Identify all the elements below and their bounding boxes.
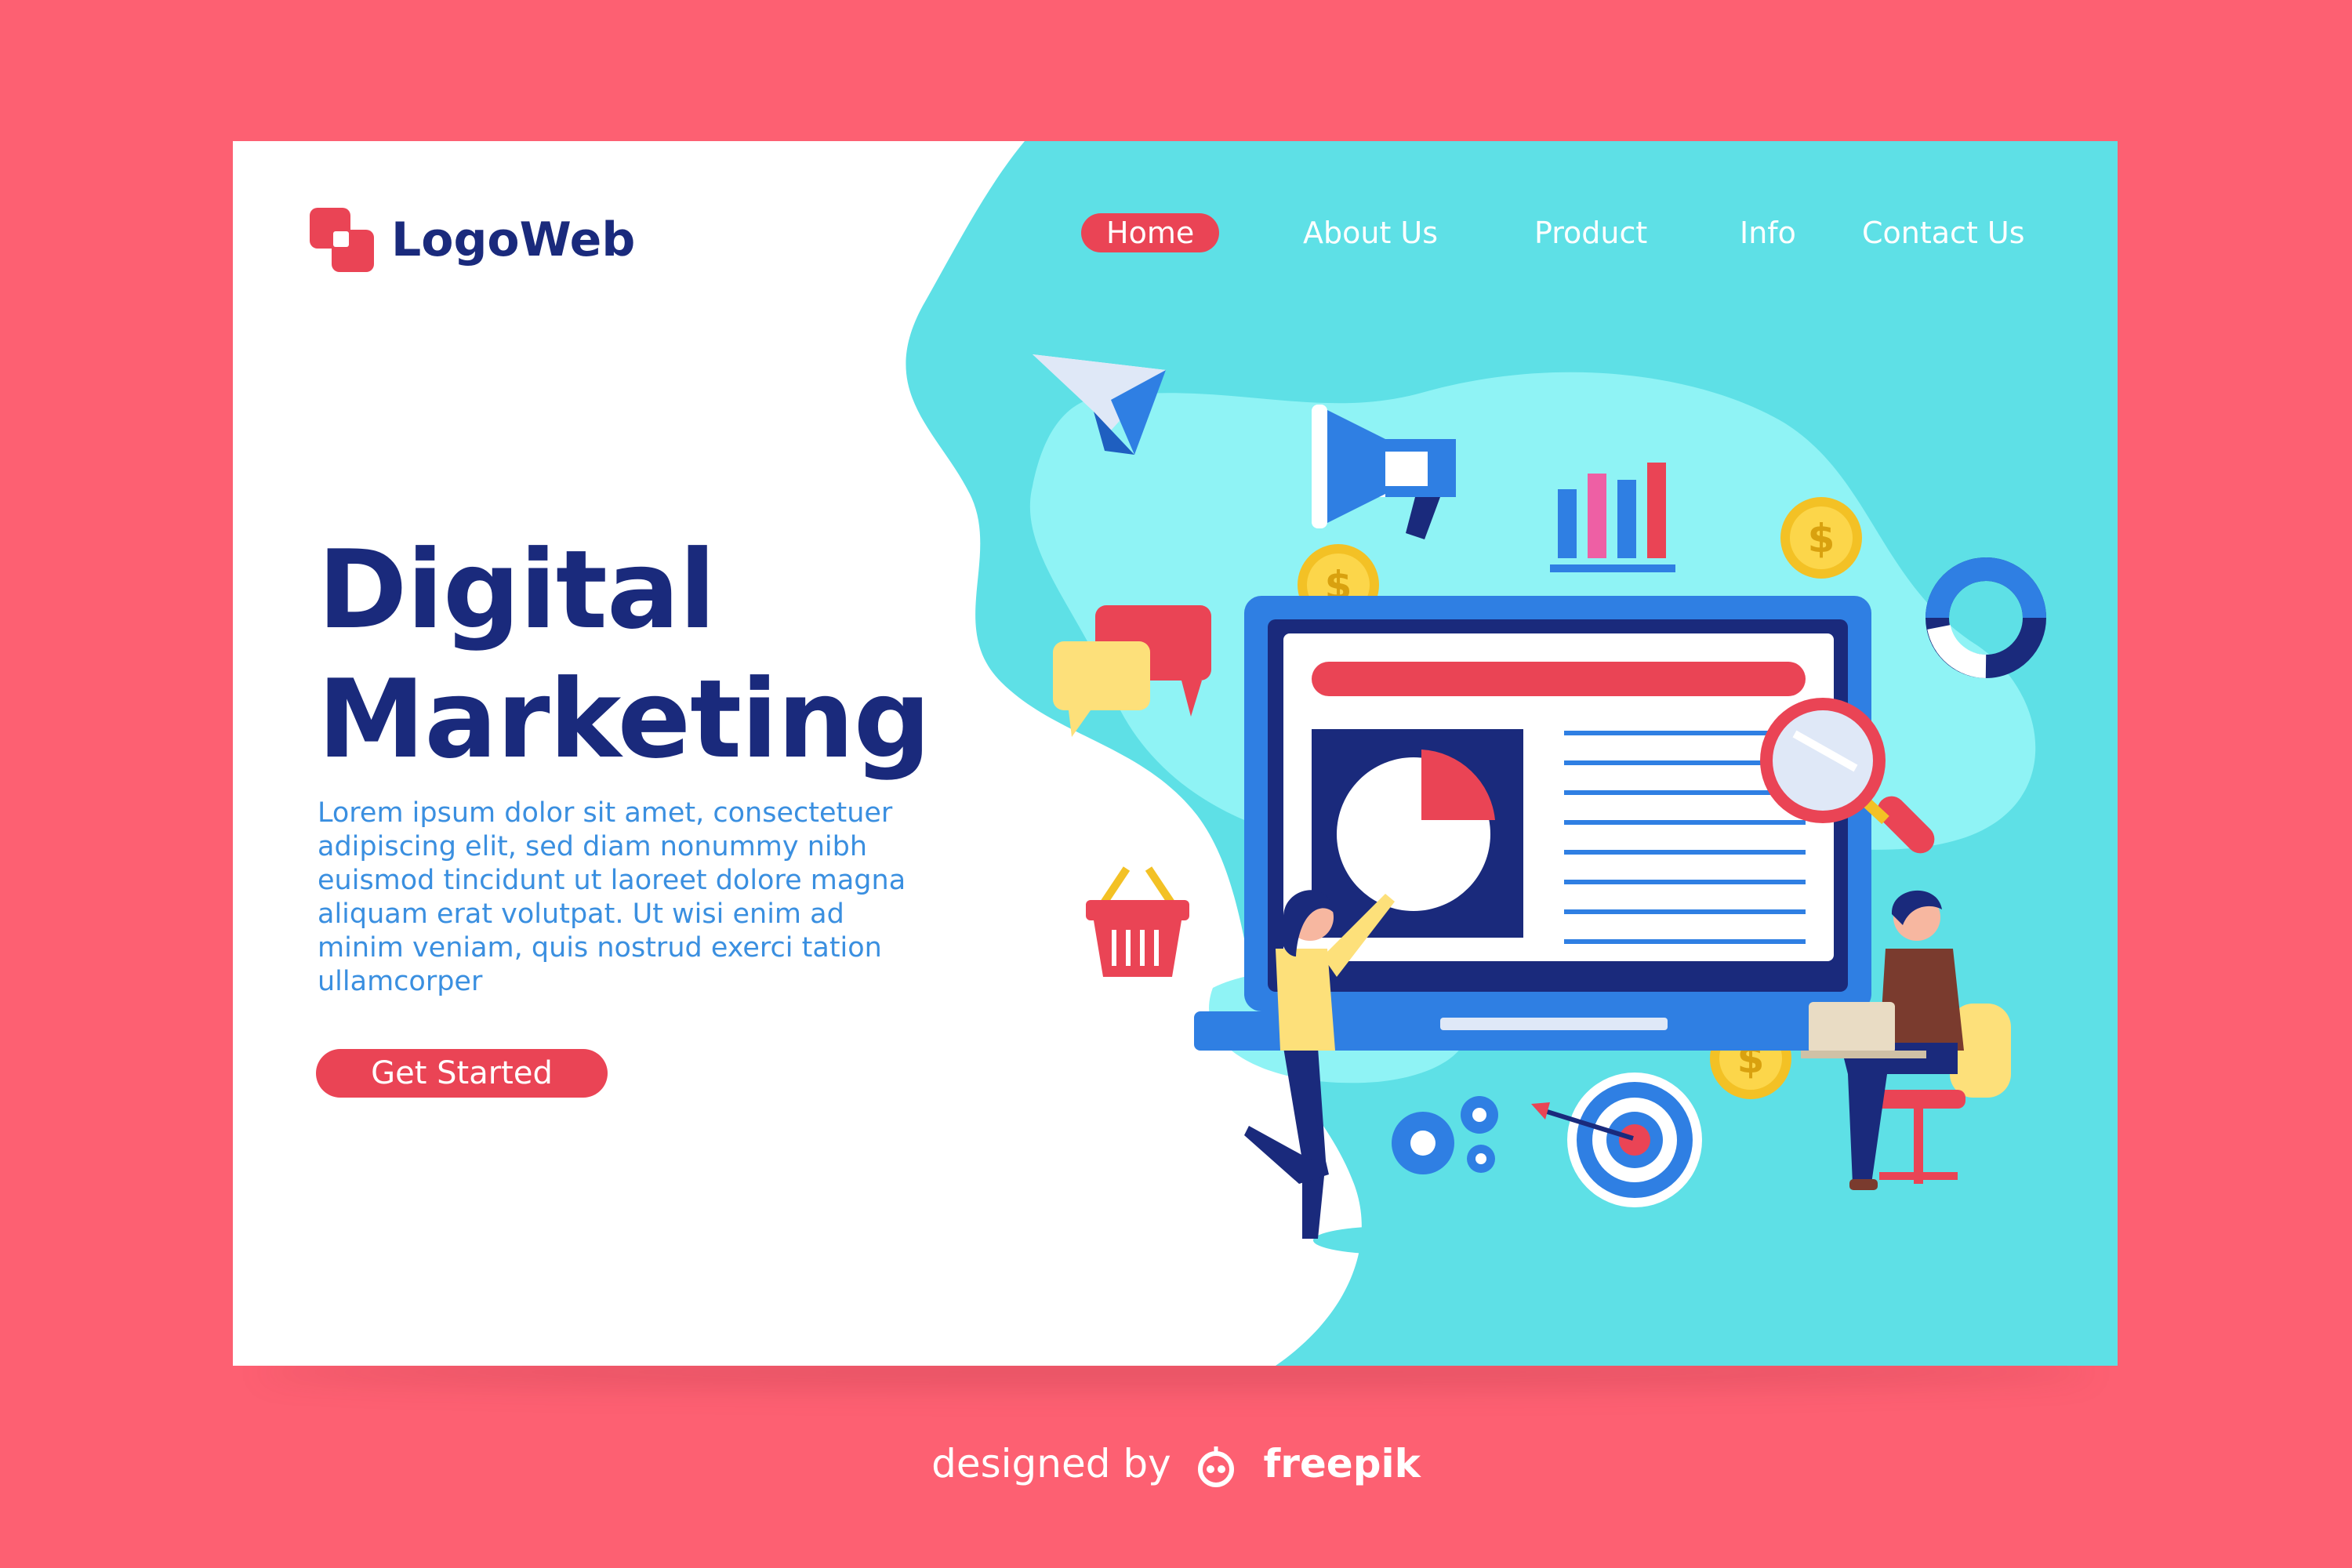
shopping-basket-icon — [1086, 866, 1189, 977]
megaphone-icon — [1312, 405, 1456, 539]
designer-credit: designed by freepik — [0, 1441, 2352, 1490]
donut-chart-icon — [1926, 557, 2046, 678]
landing-page-card: LogoWeb Home About Us Product Info Conta… — [233, 141, 2118, 1366]
svg-text:$: $ — [1808, 516, 1835, 561]
target-icon — [1531, 1073, 1702, 1207]
speech-bubbles-icon — [1053, 605, 1211, 737]
paper-plane-icon — [1033, 354, 1166, 455]
gears-icon — [1392, 1096, 1498, 1174]
dollar-coin-icon: $ — [1780, 497, 1862, 579]
bar-chart-icon — [1550, 463, 1675, 572]
freepik-robot-icon — [1197, 1446, 1234, 1487]
marketing-illustration: $ $ $ — [1033, 354, 2118, 1254]
credit-prefix: designed by — [931, 1441, 1171, 1486]
credit-brand[interactable]: freepik — [1263, 1441, 1420, 1486]
